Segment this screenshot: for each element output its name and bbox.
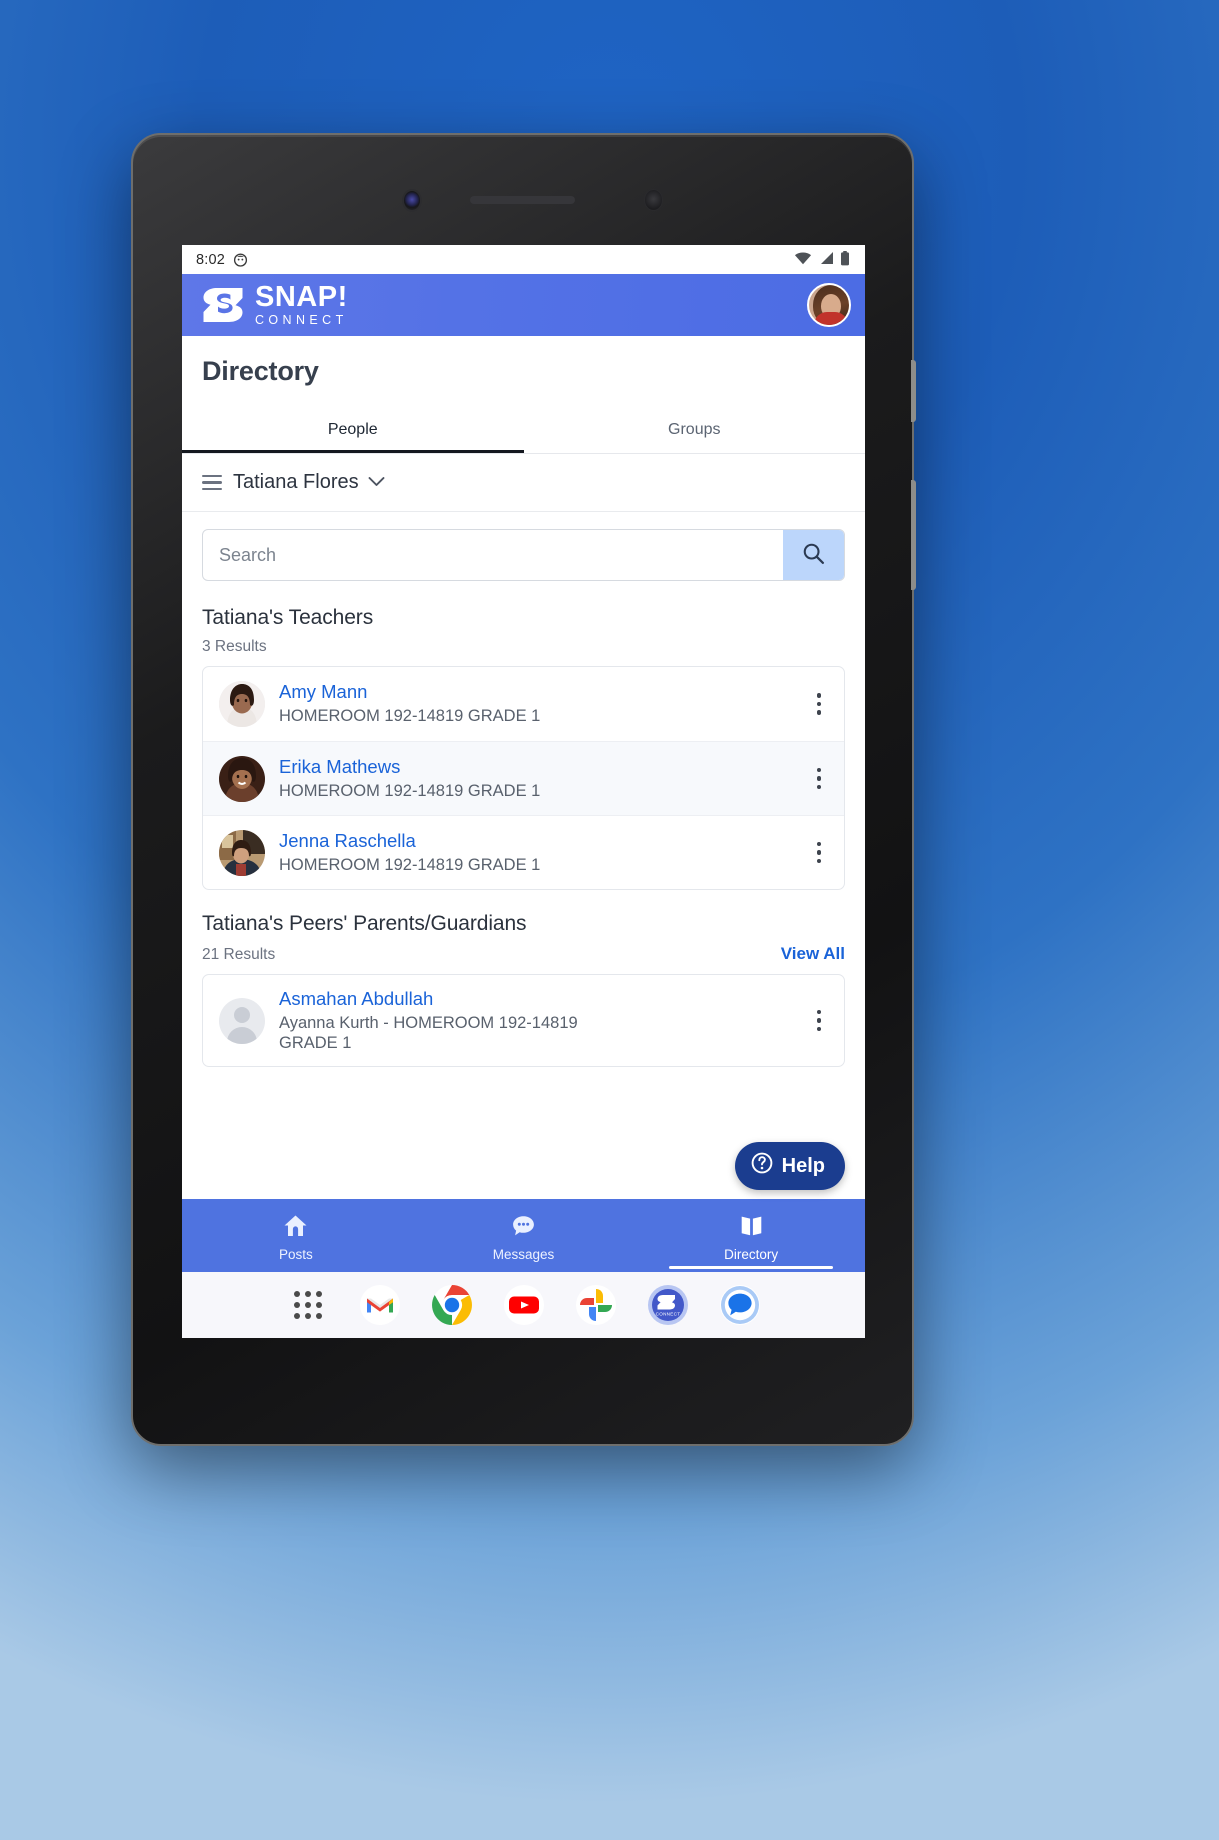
person-meta: HOMEROOM 192-14819 GRADE 1 [279, 855, 541, 874]
clock-face-icon [233, 252, 248, 267]
bottom-navigation-bar: Posts Messages Directory [182, 1199, 865, 1272]
nav-item-posts[interactable]: Posts [182, 1199, 410, 1272]
person-name-link[interactable]: Asmahan Abdullah [279, 988, 788, 1010]
person-meta: HOMEROOM 192-14819 GRADE 1 [279, 781, 541, 800]
hamburger-icon[interactable] [202, 474, 222, 491]
speaker-grille [470, 196, 575, 204]
chrome-icon[interactable] [431, 1284, 473, 1326]
result-count-teachers: 3 Results [202, 638, 267, 655]
page-header: Directory People Groups [182, 336, 865, 454]
wifi-icon [794, 251, 812, 268]
home-icon [282, 1213, 309, 1244]
person-meta: HOMEROOM 192-14819 GRADE 1 [279, 707, 541, 726]
nav-label-messages: Messages [492, 1247, 555, 1262]
person-name-link[interactable]: Amy Mann [279, 681, 788, 703]
book-icon [738, 1213, 765, 1244]
search-section [182, 512, 865, 596]
page-title: Directory [202, 356, 319, 386]
section-title-peers-parents: Tatiana's Peers' Parents/Guardians [202, 912, 527, 935]
nav-label-posts: Posts [278, 1247, 313, 1262]
avatar[interactable] [807, 283, 851, 327]
nav-item-messages[interactable]: Messages [410, 1199, 638, 1272]
peers-parents-card: Asmahan Abdullah Ayanna Kurth - HOMEROOM… [202, 974, 845, 1068]
tablet-device-frame: 8:02 SNAP! CONNECT Directory People Grou… [131, 133, 916, 1446]
teachers-card: Amy Mann HOMEROOM 192-14819 GRADE 1 Erik… [202, 666, 845, 890]
person-meta: Ayanna Kurth - HOMEROOM 192-14819 GRADE … [279, 1014, 578, 1053]
app-header-bar: SNAP! CONNECT [182, 274, 865, 336]
student-selector[interactable]: Tatiana Flores [182, 454, 865, 512]
kebab-menu-icon[interactable] [802, 838, 836, 868]
tab-people[interactable]: People [182, 411, 524, 453]
directory-tabs: People Groups [182, 411, 865, 454]
avatar-placeholder-icon [219, 997, 265, 1044]
kebab-menu-icon[interactable] [802, 689, 836, 719]
google-photos-icon[interactable] [575, 1284, 617, 1326]
question-circle-icon [750, 1151, 774, 1181]
avatar [219, 681, 265, 727]
device-screen: 8:02 SNAP! CONNECT Directory People Grou… [182, 245, 865, 1338]
power-button[interactable] [911, 360, 916, 422]
help-button-label: Help [781, 1154, 825, 1177]
logo-secondary-text: CONNECT [255, 313, 348, 328]
chat-bubble-icon [510, 1213, 537, 1244]
avatar [219, 755, 265, 802]
section-subheader-teachers: 3 Results [182, 630, 865, 666]
table-row[interactable]: Jenna Raschella HOMEROOM 192-14819 GRADE… [203, 815, 844, 889]
kebab-menu-icon[interactable] [802, 1006, 836, 1036]
android-status-bar: 8:02 [182, 245, 865, 274]
help-button[interactable]: Help [734, 1142, 845, 1190]
table-row[interactable]: Erika Mathews HOMEROOM 192-14819 GRADE 1 [203, 741, 844, 815]
cellular-signal-icon [818, 251, 834, 268]
search-box [202, 529, 845, 581]
app-logo[interactable]: SNAP! CONNECT [200, 283, 348, 327]
app-drawer-icon[interactable] [287, 1284, 329, 1326]
avatar-body [814, 312, 848, 325]
result-count-peers-parents: 21 Results [202, 946, 276, 963]
avatar [219, 829, 265, 876]
snap-s-logo-icon [200, 285, 246, 325]
volume-button[interactable] [911, 480, 916, 590]
student-selector-label: Tatiana Flores [233, 471, 359, 493]
search-input[interactable] [203, 530, 783, 580]
kebab-menu-icon[interactable] [802, 764, 836, 794]
section-subheader-peers-parents: 21 Results View All [182, 936, 865, 974]
svg-text:CONNECT: CONNECT [655, 1312, 680, 1317]
google-messages-icon[interactable] [719, 1284, 761, 1326]
search-button[interactable] [783, 530, 844, 580]
android-dock: CONNECT [182, 1272, 865, 1338]
youtube-icon[interactable] [503, 1284, 545, 1326]
table-row[interactable]: Asmahan Abdullah Ayanna Kurth - HOMEROOM… [203, 975, 844, 1066]
view-all-link[interactable]: View All [781, 944, 845, 964]
nav-label-directory: Directory [724, 1247, 779, 1262]
search-icon [801, 541, 826, 569]
nav-item-directory[interactable]: Directory [637, 1199, 865, 1272]
logo-primary-text: SNAP! [255, 281, 348, 314]
front-camera-icon [402, 189, 422, 212]
gmail-icon[interactable] [359, 1284, 401, 1326]
battery-icon [840, 250, 850, 269]
tab-groups[interactable]: Groups [524, 411, 866, 453]
snap-connect-icon[interactable]: CONNECT [647, 1284, 689, 1326]
proximity-sensor-icon [644, 189, 663, 211]
table-row[interactable]: Amy Mann HOMEROOM 192-14819 GRADE 1 [203, 667, 844, 741]
person-name-link[interactable]: Erika Mathews [279, 756, 788, 778]
person-name-link[interactable]: Jenna Raschella [279, 830, 788, 852]
section-title-teachers: Tatiana's Teachers [202, 606, 374, 629]
chevron-down-icon[interactable] [368, 474, 385, 491]
status-bar-clock: 8:02 [196, 251, 226, 268]
